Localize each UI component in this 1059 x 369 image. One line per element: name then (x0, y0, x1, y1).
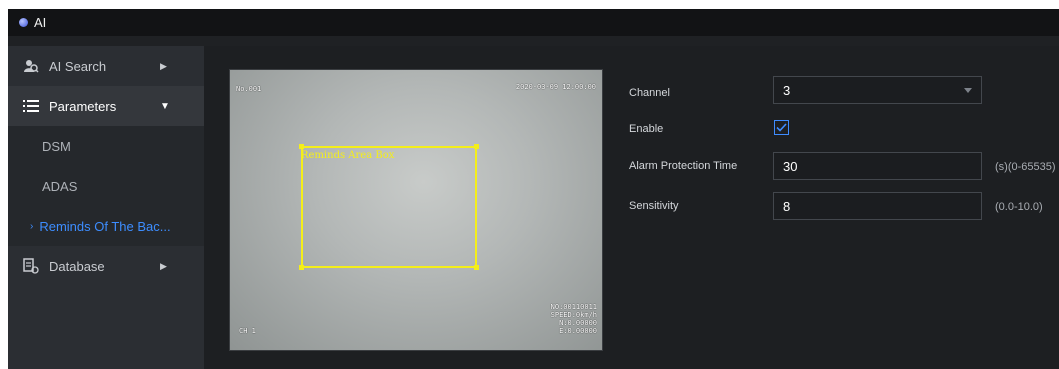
osd-line: N:0.00000 (559, 319, 597, 327)
osd-line: SPEED:0km/h (550, 311, 597, 319)
ai-logo-icon (19, 18, 28, 27)
app-window: AI AI Search ▶ Parameters ▼ DSM ADAS › R… (8, 9, 1059, 369)
sidebar-item-label: Database (49, 258, 105, 274)
channel-value: 3 (783, 82, 791, 98)
sidebar-subitem-reminds-of-the-back[interactable]: › Reminds Of The Bac... (8, 206, 204, 246)
enable-label: Enable (629, 123, 664, 135)
alarm-protection-time-input[interactable]: 30 (773, 152, 982, 180)
sidebar-subitem-label: Reminds Of The Bac... (39, 218, 171, 234)
area-box-label: Reminds Area Box (301, 150, 395, 161)
chevron-down-icon: ▼ (160, 100, 170, 112)
sidebar-item-parameters[interactable]: Parameters ▼ (8, 86, 204, 126)
sidebar-item-ai-search[interactable]: AI Search ▶ (8, 46, 204, 86)
sensitivity-value: 8 (783, 198, 791, 214)
sidebar: AI Search ▶ Parameters ▼ DSM ADAS › Remi… (8, 46, 204, 369)
area-handle-top-right[interactable] (474, 144, 479, 149)
sensitivity-input[interactable]: 8 (773, 192, 982, 220)
area-handle-bottom-left[interactable] (299, 265, 304, 270)
bottom-right-osd: NO:00110011 SPEED:0km/h N:0.00000 E:0.00… (551, 303, 597, 335)
search-person-icon (23, 58, 39, 74)
area-handle-top-left[interactable] (299, 144, 304, 149)
sidebar-item-database[interactable]: Database ▶ (8, 246, 204, 286)
database-icon (23, 258, 39, 274)
sidebar-subitem-adas[interactable]: ADAS (8, 166, 204, 206)
main-panel: No.001 2020-03-09 12:00:00 Reminds Area … (204, 46, 1059, 369)
dropdown-arrow-icon (964, 88, 972, 93)
alarm-protection-time-value: 30 (783, 158, 798, 174)
reminds-area-box[interactable] (301, 146, 477, 268)
sidebar-subitem-dsm[interactable]: DSM (8, 126, 204, 166)
osd-line: E:0.00000 (559, 327, 597, 335)
list-icon (23, 98, 39, 114)
enable-checkbox[interactable] (774, 120, 789, 135)
bottom-left-osd: CH 1 (239, 327, 256, 335)
sidebar-subitem-label: DSM (42, 138, 71, 154)
channel-osd: No.001 (236, 85, 262, 93)
timestamp-osd: 2020-03-09 12:00:00 (515, 83, 596, 91)
channel-label: Channel (629, 87, 670, 99)
osd-line: NO:00110011 (550, 303, 597, 311)
channel-select[interactable]: 3 (773, 76, 982, 104)
alarm-protection-time-label: Alarm Protection Time (629, 160, 738, 172)
alarm-protection-time-range: (s)(0-65535) (995, 161, 1056, 173)
chevron-right-icon: › (30, 220, 34, 232)
sidebar-item-label: AI Search (49, 58, 107, 74)
sidebar-item-label: Parameters (49, 98, 117, 114)
sidebar-subitem-label: ADAS (42, 178, 78, 194)
video-preview[interactable]: No.001 2020-03-09 12:00:00 Reminds Area … (229, 69, 603, 351)
title-bar: AI (8, 9, 1059, 36)
sensitivity-label: Sensitivity (629, 200, 679, 212)
area-handle-bottom-right[interactable] (474, 265, 479, 270)
window-title: AI (34, 15, 47, 30)
chevron-right-icon: ▶ (160, 260, 167, 271)
sensitivity-range: (0.0-10.0) (995, 201, 1043, 213)
checkmark-icon (776, 123, 787, 132)
chevron-right-icon: ▶ (160, 60, 167, 71)
